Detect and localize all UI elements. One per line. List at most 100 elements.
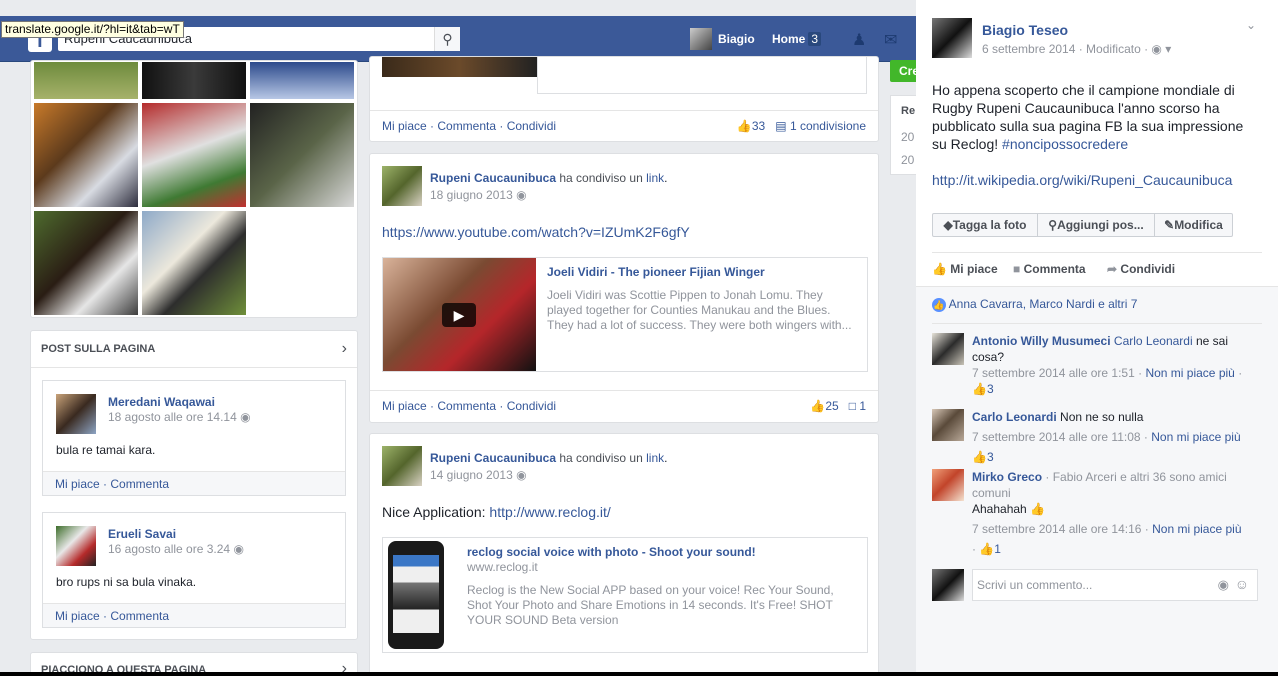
photo-date[interactable]: 6 settembre 2014 · Modificato · xyxy=(982,42,1148,56)
comment-like-count[interactable]: 👍3 xyxy=(972,382,994,396)
tag-photo-button[interactable]: ◆Tagga la foto xyxy=(932,213,1038,237)
globe-icon: ◉ xyxy=(240,410,251,424)
comment-count[interactable]: 1 xyxy=(859,399,866,413)
comment-like-count[interactable]: 👍3 xyxy=(972,450,994,464)
avatar[interactable] xyxy=(382,446,422,486)
home-link[interactable]: Home 3 xyxy=(772,28,822,50)
comment-mention[interactable]: Carlo Leonardi xyxy=(1114,334,1193,348)
post-author[interactable]: Erueli Savai xyxy=(108,527,176,541)
unlike-link[interactable]: Non mi piace più xyxy=(1151,430,1240,444)
avatar[interactable] xyxy=(932,469,964,501)
play-icon[interactable]: ▶ xyxy=(442,303,476,327)
comment-input[interactable]: Scrivi un commento... ◉ ☺ xyxy=(972,569,1258,601)
post-author[interactable]: Rupeni Caucaunibuca xyxy=(430,451,556,465)
shared-text: ha condiviso un xyxy=(559,171,643,185)
link-word[interactable]: link xyxy=(646,451,664,465)
link-preview[interactable] xyxy=(537,57,867,94)
photo-author[interactable]: Biagio Teseo xyxy=(982,22,1068,38)
link-title[interactable]: Joeli Vidiri - The pioneer Fijian Winger xyxy=(547,265,765,279)
post-author[interactable]: Rupeni Caucaunibuca xyxy=(430,171,556,185)
post-author[interactable]: Meredani Waqawai xyxy=(108,395,215,409)
likers-text[interactable]: Anna Cavarra, Marco Nardi e altri 7 xyxy=(949,297,1138,311)
profile-link[interactable]: Biagio xyxy=(690,28,755,50)
link-preview[interactable]: reclog social voice with photo - Shoot y… xyxy=(382,537,868,653)
comment-date[interactable]: 7 settembre 2014 alle ore 1:51 · xyxy=(972,366,1142,380)
link-word[interactable]: link xyxy=(646,171,664,185)
photo-thumbnail[interactable] xyxy=(249,61,355,100)
divider xyxy=(932,323,1262,324)
post-actions[interactable]: Mi piace · Commenta xyxy=(43,603,345,627)
comment-date[interactable]: 7 settembre 2014 alle ore 14:16 · xyxy=(972,522,1149,536)
camera-icon[interactable]: ◉ xyxy=(1218,577,1229,593)
photo-thumbnail[interactable] xyxy=(33,210,139,316)
window-bottom-edge xyxy=(0,672,1278,676)
avatar[interactable] xyxy=(932,333,964,365)
post-action-bar: Mi piace · Commenta · Condividi 👍33 ▤ 1 … xyxy=(370,110,878,140)
like-count[interactable]: 33 xyxy=(752,119,765,133)
post-date[interactable]: 18 agosto alle ore 14.14 xyxy=(108,410,237,424)
photo-thumbnail[interactable] xyxy=(141,102,247,208)
photo-thumbnail[interactable] xyxy=(249,102,355,208)
globe-icon: ◉ xyxy=(516,468,527,482)
privacy-icon[interactable]: ◉ ▾ xyxy=(1151,42,1171,56)
photo-thumbnail[interactable] xyxy=(141,210,247,316)
comment-item: Carlo Leonardi Non ne so nulla 7 settemb… xyxy=(972,409,1262,465)
avatar[interactable] xyxy=(382,166,422,206)
post-actions[interactable]: Mi piace · Commenta · Condividi xyxy=(382,399,556,413)
like-label: Mi piace xyxy=(950,262,998,276)
chevron-down-icon[interactable]: ⌄ xyxy=(1246,18,1256,32)
avatar[interactable] xyxy=(932,18,972,58)
post-url[interactable]: https://www.youtube.com/watch?v=IZUmK2F6… xyxy=(382,224,690,240)
photo-thumbnail[interactable] xyxy=(33,61,139,100)
post-date[interactable]: 18 giugno 2013 xyxy=(430,188,513,202)
edit-button[interactable]: ✎Modifica xyxy=(1154,213,1233,237)
add-place-button[interactable]: ⚲Aggiungi pos... xyxy=(1037,213,1155,237)
emoji-icon[interactable]: ☺ xyxy=(1235,576,1249,592)
timeline-post: Rupeni Caucaunibuca ha condiviso un link… xyxy=(369,433,879,676)
year-link[interactable]: 20 xyxy=(901,153,914,167)
link-preview[interactable]: ▶ Joeli Vidiri - The pioneer Fijian Wing… xyxy=(382,257,868,372)
post-media[interactable] xyxy=(382,57,537,77)
avatar[interactable] xyxy=(932,569,964,601)
comment-label: Commenta xyxy=(1023,262,1086,276)
like-count[interactable]: 25 xyxy=(825,399,838,413)
create-button[interactable]: Cre xyxy=(890,60,916,82)
video-thumbnail[interactable]: ▶ xyxy=(383,258,536,371)
post-url[interactable]: http://www.reclog.it/ xyxy=(489,504,610,520)
comment-date[interactable]: 7 settembre 2014 alle ore 11:08 · xyxy=(972,430,1148,444)
page-post-item: Erueli Savai 16 agosto alle ore 3.24 ◉ b… xyxy=(42,512,346,628)
link-title[interactable]: reclog social voice with photo - Shoot y… xyxy=(467,545,756,559)
year-link[interactable]: 20 xyxy=(901,130,914,144)
recent-years-card: Re 20 20 xyxy=(890,95,916,175)
messages-icon[interactable]: ✉ xyxy=(884,30,904,49)
comment-action[interactable]: ■ Commenta xyxy=(1013,262,1086,276)
like-action[interactable]: 👍 Mi piace xyxy=(932,262,998,276)
comment-like-count[interactable]: 👍1 xyxy=(979,542,1001,556)
post-actions[interactable]: Mi piace · Commenta · Condividi xyxy=(382,119,556,133)
wiki-link[interactable]: http://it.wikipedia.org/wiki/Rupeni_Cauc… xyxy=(932,172,1232,188)
avatar[interactable] xyxy=(932,409,964,441)
post-date[interactable]: 14 giugno 2013 xyxy=(430,468,513,482)
comment-author[interactable]: Antonio Willy Musumeci xyxy=(972,334,1111,348)
comment-placeholder: Scrivi un commento... xyxy=(977,578,1093,592)
hashtag-link[interactable]: #noncipossocredere xyxy=(1002,136,1128,152)
share-arrow-icon: ➦ xyxy=(1107,262,1118,276)
unlike-link[interactable]: Non mi piace più xyxy=(1152,522,1241,536)
comment-author[interactable]: Carlo Leonardi xyxy=(972,410,1057,424)
avatar[interactable] xyxy=(56,526,96,566)
home-label: Home xyxy=(772,32,806,46)
photo-thumbnail[interactable] xyxy=(141,61,247,100)
comment-author[interactable]: Mirko Greco xyxy=(972,470,1042,484)
chevron-right-icon[interactable]: › xyxy=(342,340,347,358)
likers-row[interactable]: 👍 Anna Cavarra, Marco Nardi e altri 7 xyxy=(932,297,1137,312)
photo-thumbnail[interactable] xyxy=(33,102,139,208)
friend-requests-icon[interactable]: ♟ xyxy=(852,30,872,49)
avatar[interactable] xyxy=(56,394,96,434)
share-count[interactable]: 1 condivisione xyxy=(790,119,866,133)
unlike-link[interactable]: Non mi piace più xyxy=(1145,366,1234,380)
search-icon[interactable]: ⚲ xyxy=(434,27,460,51)
add-place-label: Aggiungi pos... xyxy=(1057,218,1144,232)
post-date[interactable]: 16 agosto alle ore 3.24 xyxy=(108,542,230,556)
post-actions[interactable]: Mi piace · Commenta xyxy=(43,471,345,495)
share-action[interactable]: ➦ Condividi xyxy=(1107,262,1175,276)
